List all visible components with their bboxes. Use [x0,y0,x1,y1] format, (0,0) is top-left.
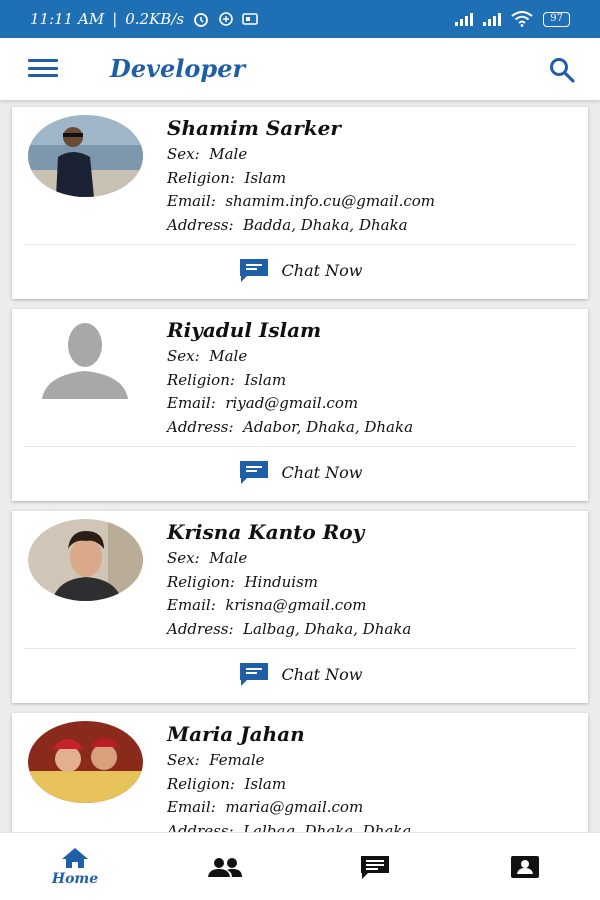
contact-card: Maria Jahan Sex: Female Religion: Islam … [12,713,588,832]
page-title: Developer [110,54,246,83]
chat-icon [239,461,268,484]
nav-home-label: Home [51,871,99,887]
contact-name: Krisna Kanto Roy [167,520,365,544]
contact-info: Maria Jahan Sex: Female Religion: Islam … [167,721,578,832]
chat-now-button[interactable]: Chat Now [12,659,588,689]
contact-religion: Religion: Islam [167,774,287,793]
contact-name: Maria Jahan [167,722,305,746]
contact-email: Email: maria@gmail.com [167,798,364,816]
contact-name: Shamim Sarker [167,116,341,140]
contact-religion: Religion: Islam [167,370,287,389]
avatar [28,317,143,399]
contact-address: Address: Lalbag, Dhaka, Dhaka [167,821,412,833]
app-notification-icon [219,12,233,26]
nav-home[interactable]: Home [0,833,150,900]
nav-profile[interactable] [450,833,600,900]
contact-sex: Sex: Male [167,549,248,567]
status-bar: 11:11 AM | 0.2KB/s 97 [0,0,600,38]
contact-email: Email: riyad@gmail.com [167,394,359,412]
signal-icon-2 [483,12,502,26]
chat-now-button[interactable]: Chat Now [12,255,588,285]
nav-people[interactable] [150,833,300,900]
search-icon[interactable] [548,56,576,84]
app-bar: Developer [0,38,600,100]
contact-sex: Sex: Male [167,347,248,365]
chat-icon [239,663,268,686]
contact-email: Email: krisna@gmail.com [167,596,367,614]
avatar [28,721,143,803]
contact-religion: Religion: Hinduism [167,572,318,591]
contact-email: Email: shamim.info.cu@gmail.com [167,192,436,210]
status-speed: 0.2KB/s [125,10,185,28]
bottom-nav: Home [0,832,600,900]
avatar [28,519,143,601]
signal-icon [455,12,474,26]
nav-messages[interactable] [300,833,450,900]
wifi-icon [511,11,533,27]
alarm-icon [194,13,208,27]
people-icon [208,858,242,877]
status-right: 97 [455,11,570,27]
divider [24,648,576,649]
contact-info: Riyadul Islam Sex: Male Religion: Islam … [167,317,578,439]
divider [24,244,576,245]
menu-icon[interactable] [28,59,58,77]
contact-religion: Religion: Islam [167,168,287,187]
contact-name: Riyadul Islam [167,318,322,342]
contact-address: Address: Badda, Dhaka, Dhaka [167,215,408,234]
status-time: 11:11 AM [30,10,105,28]
contact-card: Riyadul Islam Sex: Male Religion: Islam … [12,309,588,501]
contact-list[interactable]: Shamim Sarker Sex: Male Religion: Islam … [0,100,600,832]
contact-address: Address: Lalbag, Dhaka, Dhaka [167,619,412,638]
contact-sex: Sex: Male [167,145,248,163]
home-icon [62,848,88,868]
contact-info: Krisna Kanto Roy Sex: Male Religion: Hin… [167,519,578,641]
chat-now-button[interactable]: Chat Now [12,457,588,487]
message-icon [361,856,389,879]
contact-card-icon [511,856,539,878]
contact-sex: Sex: Female [167,751,265,769]
avatar [28,115,143,197]
contact-card: Shamim Sarker Sex: Male Religion: Islam … [12,107,588,299]
divider [24,446,576,447]
chat-icon [239,259,268,282]
contact-address: Address: Adabor, Dhaka, Dhaka [167,417,414,436]
screenshot-icon [242,13,258,25]
contact-info: Shamim Sarker Sex: Male Religion: Islam … [167,115,578,237]
contact-card: Krisna Kanto Roy Sex: Male Religion: Hin… [12,511,588,703]
battery-icon: 97 [543,11,570,27]
status-left: 11:11 AM | 0.2KB/s [30,10,258,28]
